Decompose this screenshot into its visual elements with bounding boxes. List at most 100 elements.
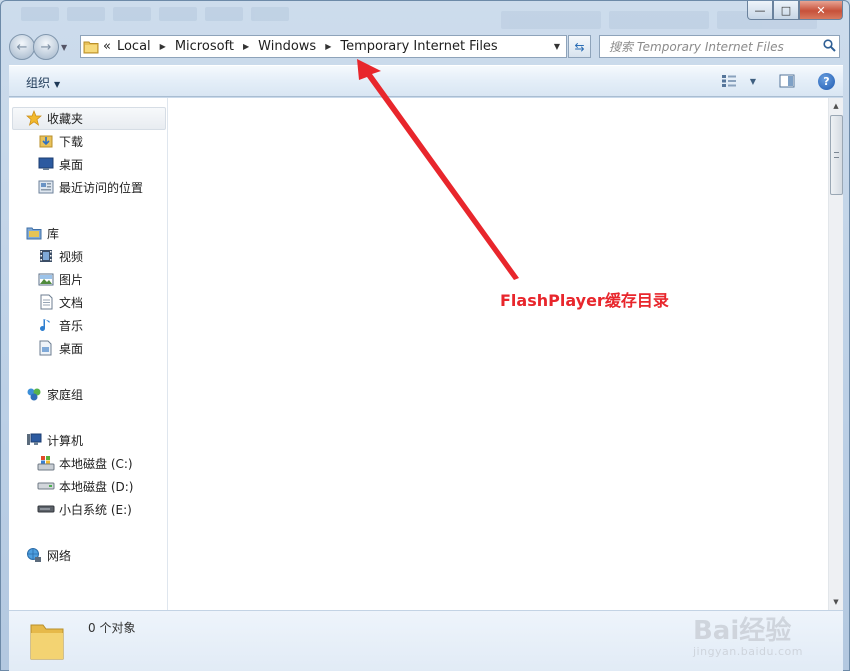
network-icon bbox=[25, 547, 43, 563]
breadcrumb: Local ▶ Microsoft ▶ Windows ▶ Temporary … bbox=[117, 39, 498, 54]
sidebar-item-pictures[interactable]: 图片 bbox=[37, 268, 83, 290]
sidebar-item-desktop-library[interactable]: 桌面 bbox=[37, 337, 83, 359]
address-bar[interactable]: « Local ▶ Microsoft ▶ Windows ▶ Temporar… bbox=[80, 35, 567, 58]
scroll-up-button[interactable]: ▲ bbox=[829, 98, 843, 114]
address-history-dropdown[interactable]: ▼ bbox=[548, 42, 566, 51]
view-options-dropdown[interactable]: ▼ bbox=[748, 72, 758, 90]
removable-drive-icon bbox=[37, 501, 55, 517]
vertical-scrollbar[interactable]: ▲ ▼ bbox=[828, 98, 843, 610]
breadcrumb-item[interactable]: Local bbox=[117, 39, 151, 54]
annotation-label: FlashPlayer缓存目录 bbox=[500, 291, 669, 310]
chevron-right-icon[interactable]: ▶ bbox=[160, 42, 166, 51]
sidebar-item-favorites[interactable]: 收藏夹 bbox=[25, 107, 83, 129]
sidebar-item-documents[interactable]: 文档 bbox=[37, 291, 83, 313]
hard-drive-icon bbox=[37, 478, 55, 494]
folder-icon bbox=[81, 39, 101, 55]
chevron-down-icon: ▼ bbox=[54, 80, 61, 89]
sidebar-item-label: 桌面 bbox=[59, 157, 84, 172]
baidu-watermark: Bai经验 jingyan.baidu.com bbox=[693, 610, 803, 658]
video-library-icon bbox=[37, 248, 55, 264]
back-arrow-icon: ← bbox=[16, 39, 28, 55]
breadcrumb-item[interactable]: Windows bbox=[258, 39, 316, 54]
star-icon bbox=[25, 110, 43, 126]
desktop-icon bbox=[37, 156, 55, 172]
scroll-thumb[interactable] bbox=[830, 115, 843, 195]
search-icon[interactable] bbox=[819, 38, 839, 55]
sidebar-item-label: 家庭组 bbox=[47, 387, 84, 402]
chevron-right-icon[interactable]: ▶ bbox=[243, 42, 249, 51]
organize-menu[interactable]: 组织 ▼ bbox=[26, 74, 60, 91]
music-library-icon bbox=[37, 317, 55, 333]
organize-label: 组织 bbox=[26, 76, 51, 90]
search-input[interactable]: 搜索 Temporary Internet Files bbox=[599, 35, 840, 58]
back-button[interactable]: ← bbox=[9, 34, 35, 60]
sidebar-item-videos[interactable]: 视频 bbox=[37, 245, 83, 267]
sidebar-item-label: 小白系统 (E:) bbox=[59, 502, 132, 517]
sidebar-item-label: 本地磁盘 (D:) bbox=[59, 479, 134, 494]
refresh-button[interactable]: ⇆ bbox=[568, 35, 591, 58]
sidebar-item-label: 音乐 bbox=[59, 318, 84, 333]
sidebar-item-label: 计算机 bbox=[47, 433, 84, 448]
sidebar-item-label: 视频 bbox=[59, 249, 84, 264]
breadcrumb-item[interactable]: Microsoft bbox=[175, 39, 234, 54]
close-button[interactable]: ✕ bbox=[799, 1, 843, 20]
address-overflow[interactable]: « bbox=[103, 39, 111, 54]
sidebar-item-label: 收藏夹 bbox=[47, 111, 84, 126]
file-list-area[interactable] bbox=[168, 98, 828, 610]
pictures-library-icon bbox=[37, 271, 55, 287]
sidebar-item-recent-places[interactable]: 最近访问的位置 bbox=[37, 176, 143, 198]
sidebar-item-label: 本地磁盘 (C:) bbox=[59, 456, 133, 471]
refresh-icon: ⇆ bbox=[574, 39, 585, 54]
forward-arrow-icon: → bbox=[40, 39, 52, 55]
chevron-right-icon[interactable]: ▶ bbox=[325, 42, 331, 51]
navigation-pane: 收藏夹 下载 桌面 最近访问的位置 库 视频 图片 文档 音乐 桌面 家庭组 计… bbox=[9, 98, 168, 610]
sidebar-item-label: 网络 bbox=[47, 548, 72, 563]
help-button[interactable]: ? bbox=[818, 72, 835, 90]
recent-places-icon bbox=[37, 179, 55, 195]
sidebar-item-label: 最近访问的位置 bbox=[59, 180, 144, 195]
documents-library-icon bbox=[37, 294, 55, 310]
sidebar-item-desktop[interactable]: 桌面 bbox=[37, 153, 83, 175]
sidebar-item-computer[interactable]: 计算机 bbox=[25, 429, 83, 451]
view-icon bbox=[722, 75, 736, 87]
preview-pane-icon bbox=[779, 74, 795, 88]
sidebar-item-downloads[interactable]: 下载 bbox=[37, 130, 83, 152]
sidebar-item-libraries[interactable]: 库 bbox=[25, 222, 59, 244]
sidebar-item-drive-d[interactable]: 本地磁盘 (D:) bbox=[37, 475, 133, 497]
recent-pages-dropdown[interactable]: ▼ bbox=[61, 43, 71, 52]
homegroup-icon bbox=[25, 386, 43, 402]
sidebar-item-drive-c[interactable]: 本地磁盘 (C:) bbox=[37, 452, 133, 474]
sidebar-item-network[interactable]: 网络 bbox=[25, 544, 71, 566]
watermark-brand: Bai经验 bbox=[692, 616, 792, 646]
details-pane: 0 个对象 Bai经验 jingyan.baidu.com bbox=[9, 610, 843, 671]
sidebar-item-label: 文档 bbox=[59, 295, 84, 310]
sidebar-item-label: 下载 bbox=[59, 134, 84, 149]
search-placeholder: 搜索 Temporary Internet Files bbox=[609, 40, 784, 54]
desktop-library-icon bbox=[37, 340, 55, 356]
sidebar-item-homegroup[interactable]: 家庭组 bbox=[25, 383, 83, 405]
scroll-down-button[interactable]: ▼ bbox=[829, 594, 843, 610]
folder-icon bbox=[27, 619, 67, 666]
maximize-button[interactable]: □ bbox=[773, 1, 799, 20]
command-bar: 组织 ▼ ▼ ? bbox=[9, 65, 843, 97]
system-drive-icon bbox=[37, 455, 55, 471]
explorer-window: — □ ✕ ← → ▼ « Local ▶ Microsoft ▶ Window… bbox=[0, 0, 850, 671]
minimize-button[interactable]: — bbox=[747, 1, 773, 20]
sidebar-item-label: 桌面 bbox=[59, 341, 84, 356]
sidebar-item-drive-e[interactable]: 小白系统 (E:) bbox=[37, 498, 132, 520]
sidebar-item-music[interactable]: 音乐 bbox=[37, 314, 83, 336]
background-window-ghost bbox=[21, 7, 289, 25]
change-view-button[interactable] bbox=[720, 72, 738, 90]
computer-icon bbox=[25, 432, 43, 448]
download-folder-icon bbox=[37, 133, 55, 149]
forward-button[interactable]: → bbox=[33, 34, 59, 60]
library-icon bbox=[25, 225, 43, 241]
sidebar-item-label: 库 bbox=[47, 226, 60, 241]
breadcrumb-item[interactable]: Temporary Internet Files bbox=[340, 39, 497, 54]
item-count: 0 个对象 bbox=[88, 621, 136, 635]
preview-pane-button[interactable] bbox=[778, 72, 796, 90]
view-controls: ▼ ? bbox=[720, 72, 835, 90]
nav-buttons: ← → ▼ bbox=[9, 34, 71, 60]
caption-buttons: — □ ✕ bbox=[747, 1, 843, 20]
help-icon: ? bbox=[823, 74, 830, 88]
